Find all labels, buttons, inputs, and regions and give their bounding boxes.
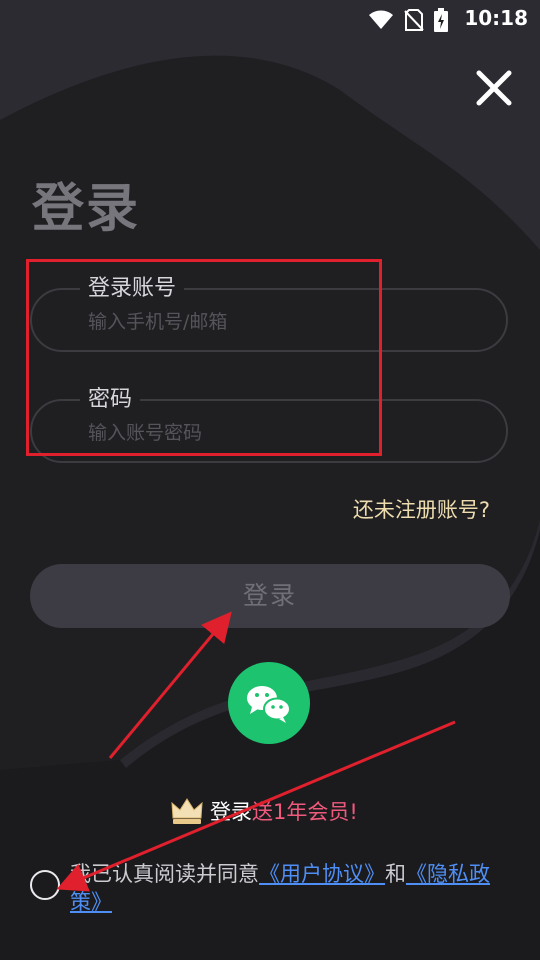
agreement-connector: 和 [385,862,406,886]
wechat-login-button[interactable] [228,662,310,744]
close-icon [476,70,512,106]
annotation-highlight-box [26,259,382,456]
agreement-prefix: 我已认真阅读并同意 [70,862,259,886]
promo-text: 登录 [210,800,252,824]
promo-highlight: 送1年会员! [252,800,358,824]
login-button[interactable]: 登录 [30,564,510,628]
wifi-icon [369,10,393,29]
promo-banner: 登录 送1年会员! [170,796,358,826]
close-button[interactable] [474,68,514,108]
agreement-text: 我已认真阅读并同意《用户协议》和《隐私政策》 [70,860,520,916]
battery-charging-icon [434,8,448,32]
status-bar: 10:18 [0,0,540,36]
crown-icon [171,798,203,824]
user-agreement-link[interactable]: 《用户协议》 [259,862,385,886]
register-link[interactable]: 还未注册账号? [353,494,490,524]
no-sim-icon [404,9,424,31]
status-time: 10:18 [464,6,528,30]
page-title: 登录 [32,179,141,239]
wechat-icon [247,686,291,723]
status-icons [368,8,448,32]
agree-radio[interactable] [30,870,60,900]
